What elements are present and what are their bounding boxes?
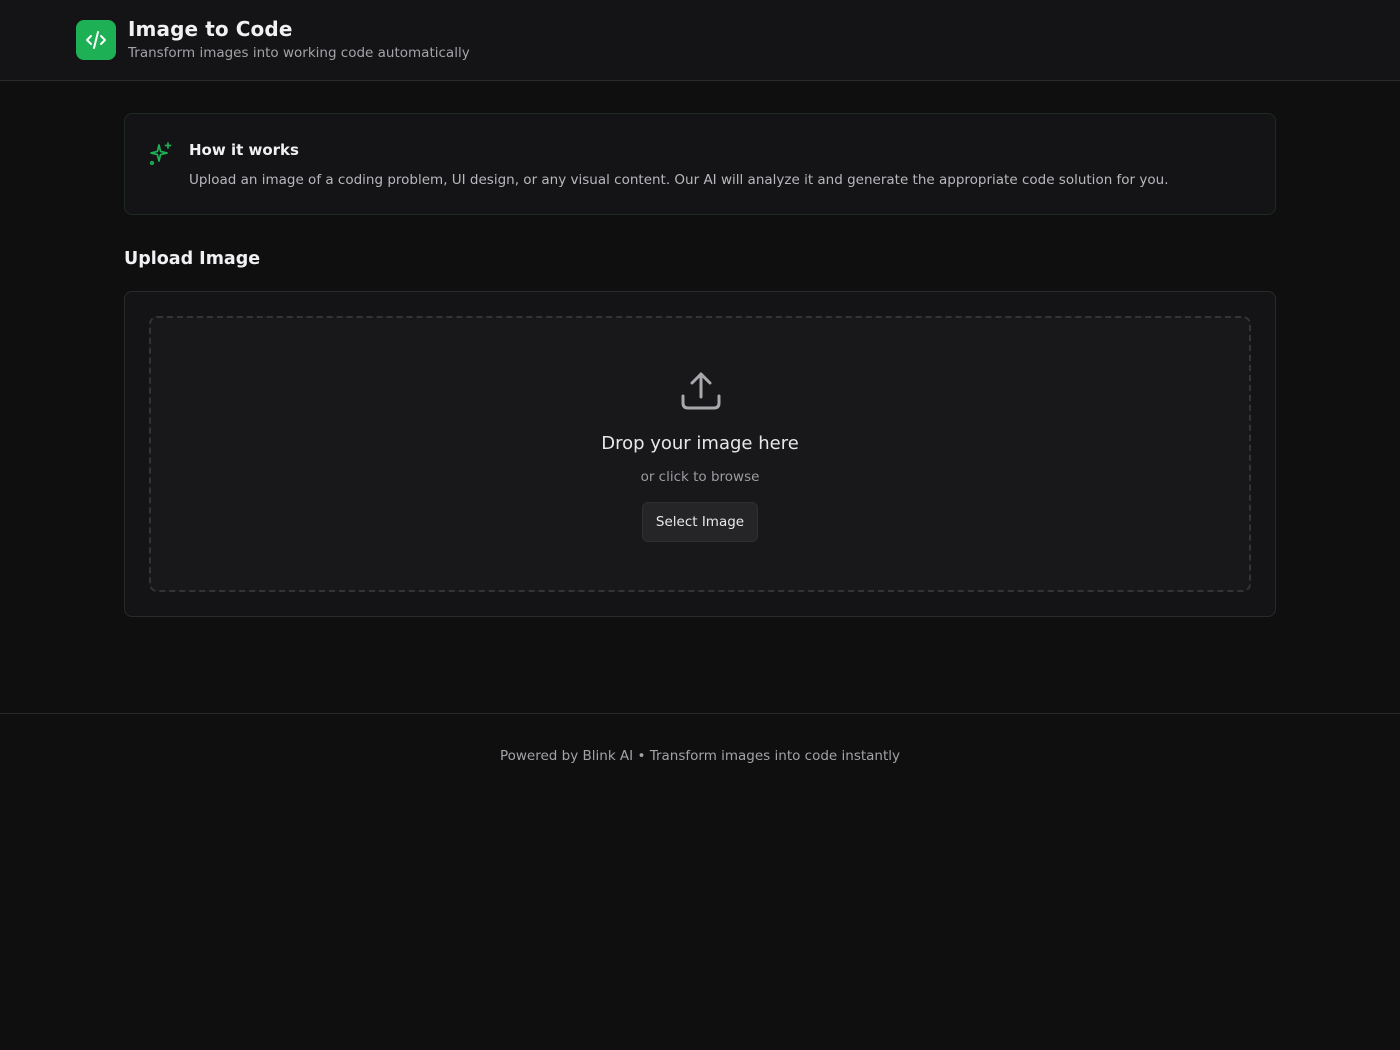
code-icon [86,31,106,49]
footer-text: Powered by Blink AI • Transform images i… [499,748,901,764]
image-dropzone[interactable]: Drop your image here or click to browse … [149,316,1251,592]
app-logo [76,20,116,60]
select-image-button[interactable]: Select Image [642,502,758,542]
upload-card: Drop your image here or click to browse … [124,291,1276,617]
how-it-works-card: How it works Upload an image of a coding… [124,113,1276,215]
app-title: Image to Code [128,17,293,41]
upload-icon [679,368,723,416]
drop-subtitle: or click to browse [640,469,760,485]
app-subtitle: Transform images into working code autom… [128,45,470,61]
page-footer: Powered by Blink AI • Transform images i… [0,713,1400,1050]
sparkles-icon [149,141,173,171]
app-header: Image to Code Transform images into work… [0,0,1400,81]
how-it-works-description: Upload an image of a coding problem, UI … [189,172,1169,188]
upload-section-title: Upload Image [124,249,261,269]
drop-title: Drop your image here [601,433,799,454]
how-it-works-title: How it works [189,141,299,159]
